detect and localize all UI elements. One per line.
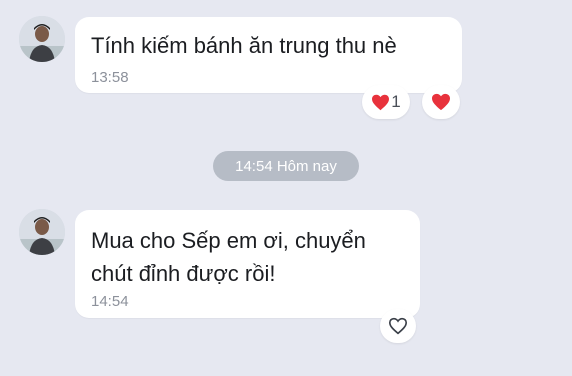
react-heart-button[interactable] xyxy=(422,85,460,119)
reaction-summary[interactable]: 1 xyxy=(362,85,410,119)
react-heart-button[interactable] xyxy=(380,309,416,343)
time-divider: 14:54 Hôm nay xyxy=(213,151,359,181)
heart-icon xyxy=(372,94,390,110)
message-bubble[interactable]: Tính kiếm bánh ăn trung thu nè 13:58 xyxy=(75,17,462,93)
message-text-line-2: chút đỉnh được rồi! xyxy=(91,261,276,286)
chat-conversation: Tính kiếm bánh ăn trung thu nè 13:58 1 1… xyxy=(0,0,572,376)
message-text-line-1: Mua cho Sếp em ơi, chuyển xyxy=(91,228,366,253)
sender-avatar[interactable] xyxy=(19,16,65,62)
message-time: 13:58 xyxy=(91,69,129,86)
reaction-count: 1 xyxy=(391,92,401,111)
message-bubble[interactable]: Mua cho Sếp em ơi, chuyển chút đỉnh được… xyxy=(75,210,420,318)
avatar-photo-icon xyxy=(19,209,65,255)
heart-icon xyxy=(432,93,450,111)
avatar-photo-icon xyxy=(19,16,65,62)
sender-avatar[interactable] xyxy=(19,209,65,255)
message-time: 14:54 xyxy=(91,293,129,310)
heart-outline-icon xyxy=(388,317,408,335)
message-text: Tính kiếm bánh ăn trung thu nè xyxy=(91,33,397,58)
